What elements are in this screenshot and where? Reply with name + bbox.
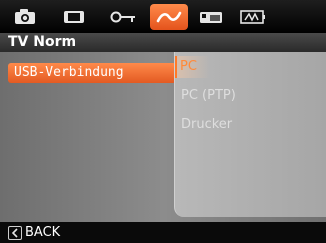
menu-area: USB-Verbindung PC PC (PTP) Drucker [0,52,326,222]
video-icon [64,11,84,23]
back-label: BACK [25,225,61,240]
option-pc[interactable]: PC [175,56,210,78]
back-button[interactable]: BACK [8,224,60,241]
connection-icon [156,11,182,23]
camera-icon [15,9,35,24]
tab-connection[interactable] [150,4,188,30]
chevron-left-icon [8,225,22,240]
option-printer[interactable]: Drucker [181,114,232,136]
title-bar: TV Norm [0,33,326,52]
tab-bar [0,0,326,33]
tab-key[interactable] [104,4,142,30]
battery-icon [240,10,265,24]
tab-video[interactable] [55,4,93,30]
footer-bar: BACK [0,222,326,243]
key-icon [110,11,135,23]
menu-item-label: USB-Verbindung [14,65,124,80]
menu-item-usb-connection[interactable]: USB-Verbindung [8,63,176,83]
tab-camera[interactable] [6,4,44,30]
tab-memory[interactable] [192,4,230,30]
tab-battery[interactable] [234,4,272,30]
option-pc-ptp[interactable]: PC (PTP) [181,85,236,107]
page-title: TV Norm [8,34,77,50]
memory-card-icon [200,12,222,23]
options-panel: PC PC (PTP) Drucker [174,52,326,217]
